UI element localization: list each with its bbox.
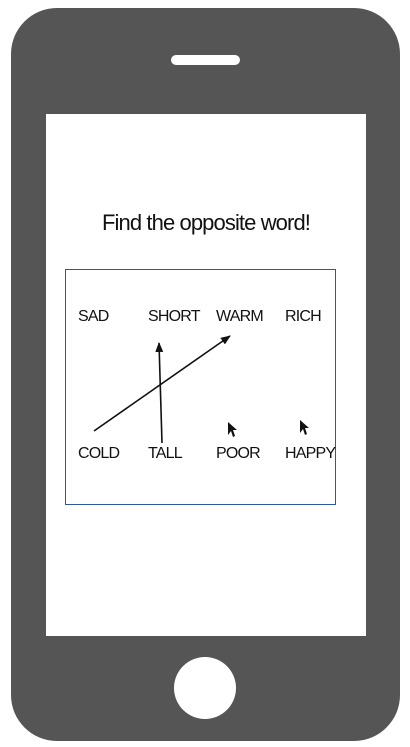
word-poor[interactable]: POOR [216, 445, 261, 463]
word-tall[interactable]: TALL [148, 445, 183, 463]
page-title: Find the opposite word! [102, 210, 311, 235]
word-rich[interactable]: RICH [285, 308, 322, 326]
cursor-icon [228, 422, 237, 437]
word-matching-board: SAD SHORT WARM RICH COLD TALL POOR HAPPY [65, 269, 336, 505]
word-cold[interactable]: COLD [78, 445, 120, 463]
speaker-slot [171, 55, 240, 65]
phone-screen: Find the opposite word! SAD SHORT WARM R… [46, 114, 366, 636]
word-sad[interactable]: SAD [78, 308, 109, 326]
phone-frame: Find the opposite word! SAD SHORT WARM R… [11, 8, 400, 741]
home-button[interactable] [174, 657, 236, 719]
word-short[interactable]: SHORT [148, 308, 201, 326]
word-warm[interactable]: WARM [216, 308, 264, 326]
match-line-tall-short [155, 342, 164, 444]
cursor-icon [300, 420, 309, 435]
connection-lines [93, 335, 309, 444]
word-happy[interactable]: HAPPY [285, 445, 336, 463]
